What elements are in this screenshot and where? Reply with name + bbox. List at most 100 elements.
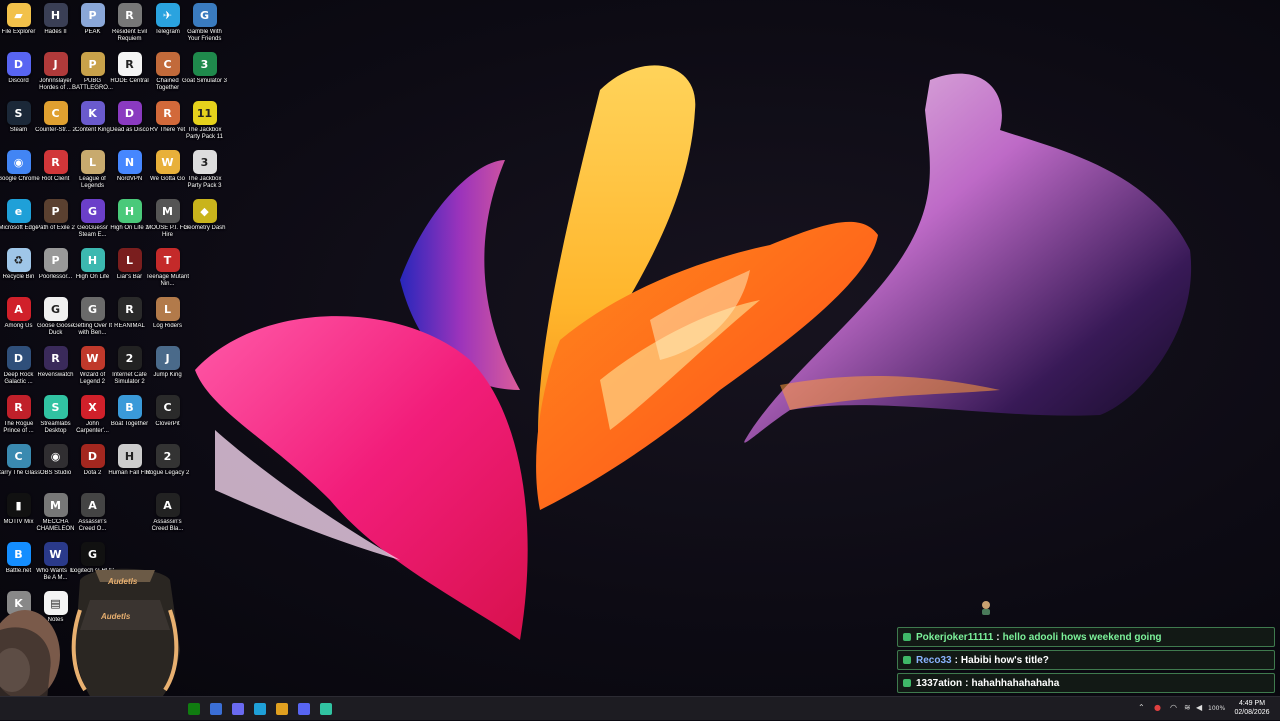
recycle-bin-icon: ♻ xyxy=(6,248,31,272)
desktop-icon[interactable]: P PEAK xyxy=(74,0,111,49)
chained-icon: C xyxy=(155,52,180,76)
discord-taskbar-icon[interactable] xyxy=(295,700,313,718)
desktop-icon[interactable]: A Assassin's Creed Bla... xyxy=(149,490,186,539)
chrome-taskbar-icon[interactable] xyxy=(273,700,291,718)
taskbar-app-glyph xyxy=(320,703,332,715)
among-us-icon: A xyxy=(6,297,31,321)
battery-level[interactable]: 100% xyxy=(1208,705,1225,712)
desktop-icon[interactable]: C CloverPit xyxy=(149,392,186,441)
desktop-icon[interactable]: B Boat Together xyxy=(111,392,148,441)
show-hidden-icons-chevron-icon[interactable]: ⌃ xyxy=(1138,703,1145,712)
desktop-icon[interactable]: 3 The Jackbox Party Pack 3 xyxy=(186,147,223,196)
desktop-icon[interactable]: C Counter-Str... 2 xyxy=(35,98,76,147)
desktop-icon[interactable]: ◉ Google Chrome xyxy=(0,147,40,196)
desktop-icon-label: Jump King xyxy=(153,372,182,378)
geometry-dash-icon: ◆ xyxy=(192,199,217,223)
desktop-icon[interactable]: G Goose Goose Duck xyxy=(37,294,74,343)
desktop-icon[interactable]: e Microsoft Edge xyxy=(0,196,39,245)
folder-icon: ▰ xyxy=(6,3,31,27)
desktop-icon[interactable]: D Dota 2 xyxy=(74,441,111,490)
desktop-icon[interactable]: J Johnnslayer Hordes of ... xyxy=(37,49,74,98)
wifi-icon[interactable]: ≋ xyxy=(1184,703,1191,712)
desktop-icon[interactable]: X John Carpenter'... xyxy=(74,392,111,441)
desktop-icon[interactable]: ✈ Telegram xyxy=(149,0,186,49)
chat-badge-icon xyxy=(903,656,911,664)
desktop-icon[interactable]: J Jump King xyxy=(149,343,186,392)
clock[interactable]: 4:49 PM 02/08/2026 xyxy=(1232,699,1272,717)
tmnt-icon: T xyxy=(155,248,180,272)
desktop-icon[interactable]: 2 Internet Cafe Simulator 2 xyxy=(111,343,148,392)
hades-icon: H xyxy=(43,3,68,27)
desktop-icon[interactable]: D Dead as Disco xyxy=(110,98,149,147)
desktop-icon[interactable]: H Hades II xyxy=(37,0,74,49)
chair-brand-top: Audetls xyxy=(108,577,138,586)
chat-message-text: Habibi how's title? xyxy=(960,654,1049,666)
desktop-icon[interactable]: ♻ Recycle Bin xyxy=(0,245,37,294)
desktop-icon[interactable]: G Getting Over It with Ben... xyxy=(73,294,112,343)
streamlabs-taskbar-icon[interactable] xyxy=(317,700,335,718)
visual-studio-icon[interactable] xyxy=(207,700,225,718)
desktop-icon[interactable]: S Steam xyxy=(0,98,37,147)
desktop-icon[interactable]: M MOUSE P.I. For Hire xyxy=(146,196,189,245)
desktop-icon[interactable]: H Human Fall Flat xyxy=(108,441,151,490)
desktop-icon[interactable]: P PUBG BATTLEGRO... xyxy=(72,49,113,98)
xbox-icon[interactable] xyxy=(185,700,203,718)
desktop-icon[interactable]: D Deep Rock Galactic ... xyxy=(0,343,37,392)
desktop-icon[interactable]: K Content King xyxy=(74,98,111,147)
copilot-icon[interactable] xyxy=(229,700,247,718)
desktop-icon[interactable]: L Log Riders xyxy=(149,294,186,343)
high-on-life-icon: H xyxy=(80,248,105,272)
desktop-icon[interactable]: M MECCHA CHAMELEON xyxy=(36,490,75,539)
desktop-icon[interactable]: A Among Us xyxy=(0,294,37,343)
wizard-legend-icon: W xyxy=(80,346,105,370)
desktop-icon[interactable]: T Teenage Mutant Nin... xyxy=(146,245,189,294)
desktop-icon-label: Log Riders xyxy=(152,323,182,329)
desktop-icon[interactable]: R Revenswatch xyxy=(37,343,74,392)
desktop-icon[interactable]: G GeoGuessr Steam E... xyxy=(74,196,111,245)
obs-icon: ◉ xyxy=(43,444,68,468)
desktop-icon[interactable]: ◉ OBS Studio xyxy=(37,441,74,490)
chat-username: 1337ation xyxy=(916,677,963,689)
desktop-icon[interactable]: N NordVPN xyxy=(111,147,148,196)
desktop-icon[interactable]: ◆ Geometry Dash xyxy=(183,196,226,245)
desktop-icon[interactable]: P Poorlessor... xyxy=(37,245,74,294)
desktop-icon[interactable]: L League of Legends xyxy=(74,147,111,196)
desktop-icon[interactable]: ▰ File Explorer xyxy=(0,0,37,49)
desktop-icon[interactable]: A Assassin's Creed O... xyxy=(74,490,111,539)
motiv-mix-icon: ▮ xyxy=(6,493,31,517)
microphone-icon[interactable]: ● xyxy=(1154,703,1161,712)
desktop-icon[interactable]: H High On Life xyxy=(74,245,111,294)
desktop-icon[interactable]: R RODE Central xyxy=(110,49,149,98)
rogue-legacy-icon: 2 xyxy=(155,444,180,468)
desktop-icon[interactable]: 3 Goat Simulator 3 xyxy=(182,49,227,98)
taskbar-app-glyph xyxy=(232,703,244,715)
desktop-icon[interactable]: R REANIMAL xyxy=(111,294,148,343)
desktop-icon[interactable]: C Chained Together xyxy=(149,49,186,98)
desktop-icon[interactable]: H High On Life 2 xyxy=(110,196,149,245)
steam-icon: S xyxy=(6,101,31,125)
ac-black-flag-icon: A xyxy=(155,493,180,517)
desktop-icon[interactable]: L Liar's Bar xyxy=(111,245,148,294)
desktop-icon[interactable]: R Resident Evil Requiem xyxy=(111,0,148,49)
desktop-icon[interactable]: G Gamble With Your Friends xyxy=(186,0,223,49)
desktop-icon[interactable]: R Riot Client xyxy=(37,147,74,196)
desktop-icon[interactable]: C Carry The Glass xyxy=(0,441,40,490)
network-icon[interactable]: ◠ xyxy=(1170,703,1177,712)
desktop-icon[interactable]: D Discord xyxy=(0,49,37,98)
desktop[interactable]: ▰ File Explorer H Hades II P PEAK R Resident Ev… xyxy=(0,0,1280,696)
desktop-icon[interactable]: R The Rogue Prince of ... xyxy=(0,392,37,441)
volume-icon[interactable]: ◀ xyxy=(1196,703,1202,712)
edge-taskbar-icon[interactable] xyxy=(251,700,269,718)
desktop-icon[interactable]: R RV There Yet xyxy=(149,98,186,147)
webcam-feed xyxy=(0,568,180,696)
desktop-icon[interactable]: P Path of Exile 2 xyxy=(36,196,75,245)
desktop-icon[interactable]: W We Gotta Go xyxy=(149,147,186,196)
clock-date: 02/08/2026 xyxy=(1234,709,1270,716)
desktop-icon[interactable]: 11 The Jackbox Party Pack 11 xyxy=(186,98,223,147)
desktop-icon[interactable]: ▮ MOTIV Mix xyxy=(0,490,37,539)
desktop-icon[interactable]: S Streamlabs Desktop xyxy=(37,392,74,441)
desktop-icon[interactable]: W Wizard of Legend 2 xyxy=(74,343,111,392)
taskbar-app-glyph xyxy=(276,703,288,715)
desktop-icon-label: Gamble With Your Friends xyxy=(187,29,222,42)
desktop-icon[interactable]: 2 Rogue Legacy 2 xyxy=(146,441,189,490)
